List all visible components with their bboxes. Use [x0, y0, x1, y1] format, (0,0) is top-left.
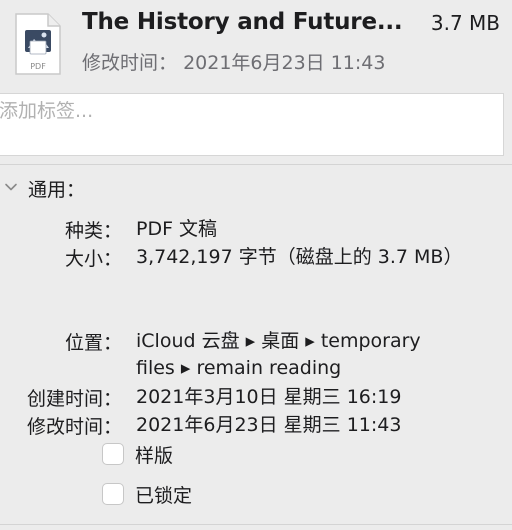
location-value: iCloud 云盘 ▸ 桌面 ▸ temporary files ▸ remai… — [136, 330, 421, 379]
stationery-pad-label[interactable]: 样版 — [135, 441, 173, 468]
file-size: 3.7 MB — [430, 11, 500, 35]
tags-field[interactable] — [0, 93, 504, 156]
divider — [0, 164, 512, 165]
stationery-pad-checkbox[interactable] — [102, 443, 124, 465]
chevron-down-icon[interactable] — [4, 180, 18, 194]
divider — [0, 524, 512, 525]
info-row-location: 位置： iCloud 云盘 ▸ 桌面 ▸ temporary files ▸ r… — [0, 328, 512, 384]
location-label: 位置： — [64, 332, 122, 354]
locked-label[interactable]: 已锁定 — [135, 481, 192, 508]
modified-summary: 修改时间： 2021年6月23日 11:43 — [82, 48, 385, 75]
modified-value: 2021年6月23日 11:43 — [183, 52, 386, 74]
size-value: 3,742,197 字节（磁盘上的 3.7 MB） — [136, 246, 463, 268]
info-row-created: 创建时间： 2021年3月10日 星期三 16:19 — [0, 384, 512, 412]
general-section-title: 通用： — [28, 179, 86, 201]
info-row-kind: 种类： PDF 文稿 — [0, 216, 512, 244]
locked-checkbox[interactable] — [102, 483, 124, 505]
file-title: The History and Future... — [82, 9, 403, 35]
info-row-size: 大小： 3,742,197 字节（磁盘上的 3.7 MB） — [0, 244, 512, 328]
info-row-modified: 修改时间： 2021年6月23日 星期三 11:43 — [0, 412, 512, 440]
kind-label: 种类： — [64, 220, 122, 242]
modified-row-value: 2021年6月23日 星期三 11:43 — [136, 414, 402, 436]
svg-text:PDF: PDF — [30, 62, 46, 71]
tags-input[interactable] — [0, 96, 499, 126]
general-section-toggle[interactable]: 通用： — [0, 174, 200, 202]
size-label: 大小： — [64, 248, 122, 270]
created-label: 创建时间： — [26, 388, 122, 410]
stationery-pad-option[interactable]: 样版 — [102, 441, 302, 467]
modified-label: 修改时间： — [82, 52, 178, 74]
created-value: 2021年3月10日 星期三 16:19 — [136, 386, 402, 408]
locked-option[interactable]: 已锁定 — [102, 481, 302, 507]
general-info: 种类： PDF 文稿 大小： 3,742,197 字节（磁盘上的 3.7 MB）… — [0, 216, 512, 440]
info-header: PDF The History and Future... 3.7 MB 修改时… — [0, 0, 512, 88]
modified-row-label: 修改时间： — [26, 416, 122, 438]
pdf-document-icon: PDF — [15, 13, 61, 75]
kind-value: PDF 文稿 — [136, 218, 218, 240]
